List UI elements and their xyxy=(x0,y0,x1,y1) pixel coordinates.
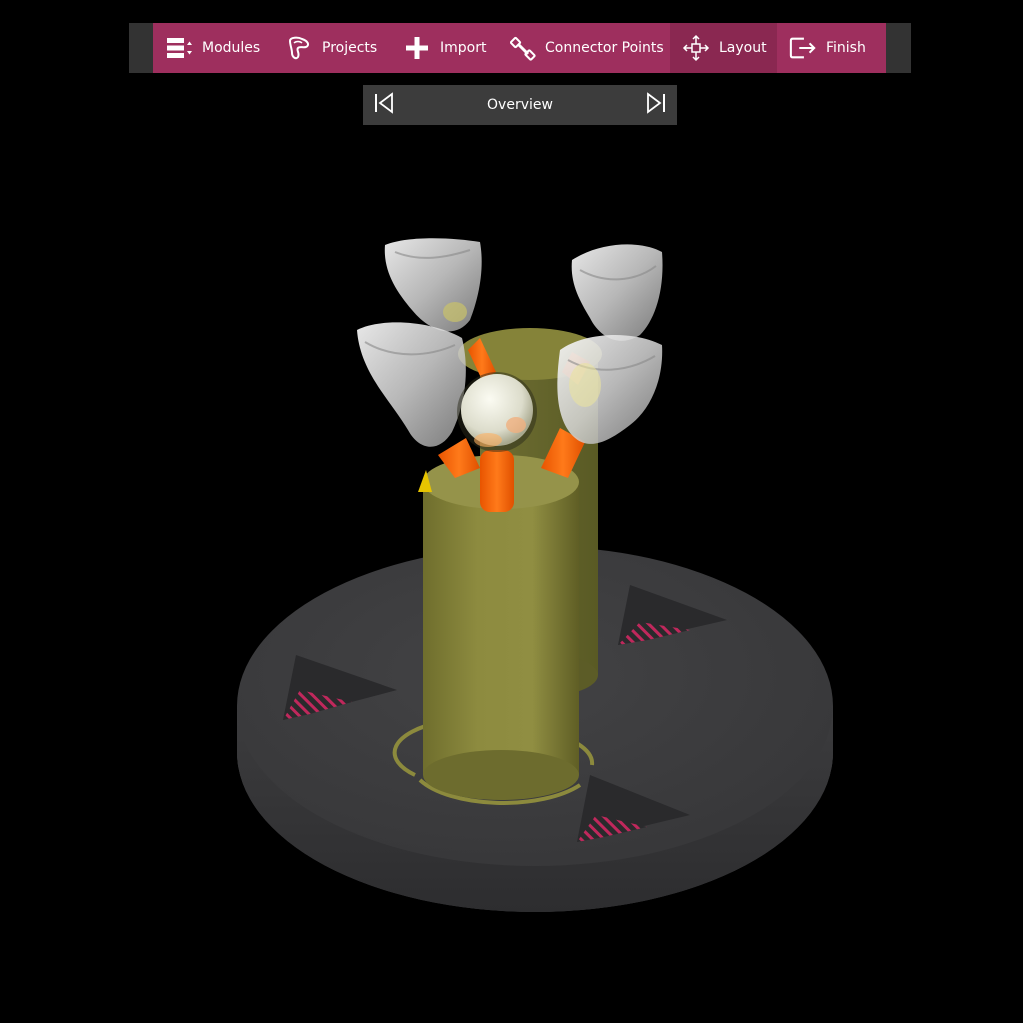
layout-label: Layout xyxy=(719,40,767,56)
previous-step-button[interactable] xyxy=(371,92,397,118)
3d-scene[interactable] xyxy=(0,0,1023,1023)
projects-label: Projects xyxy=(322,40,378,56)
plus-icon xyxy=(403,34,431,62)
projects-icon xyxy=(285,34,313,62)
tooth-crown-top-right[interactable] xyxy=(571,244,663,341)
connector-points-icon xyxy=(510,34,536,62)
connector-ball[interactable] xyxy=(457,372,537,452)
skip-previous-icon xyxy=(373,92,395,118)
move-arrows-icon xyxy=(682,34,710,62)
exit-icon xyxy=(789,34,817,62)
modules-button[interactable]: Modules xyxy=(153,23,273,73)
step-navigation: Overview xyxy=(363,85,677,125)
next-step-button[interactable] xyxy=(643,92,669,118)
projects-button[interactable]: Projects xyxy=(273,23,391,73)
tooth-crown-mid-right[interactable] xyxy=(557,334,663,444)
connector-points-button[interactable]: Connector Points xyxy=(498,23,670,73)
3d-viewport[interactable]: Modules Projects Import Connector Points… xyxy=(0,0,1023,1023)
modules-label: Modules xyxy=(202,40,261,56)
step-title: Overview xyxy=(487,97,553,113)
finish-label: Finish xyxy=(826,40,866,56)
modules-icon xyxy=(165,34,193,62)
import-button[interactable]: Import xyxy=(391,23,498,73)
connector-points-label: Connector Points xyxy=(545,40,664,56)
import-label: Import xyxy=(440,40,487,56)
finish-button[interactable]: Finish xyxy=(777,23,886,73)
tooth-crown-mid-left[interactable] xyxy=(357,322,466,447)
tooth-crown-top-left[interactable] xyxy=(384,238,482,332)
layout-button[interactable]: Layout xyxy=(670,23,777,73)
main-toolbar: Modules Projects Import Connector Points… xyxy=(153,23,886,73)
skip-next-icon xyxy=(645,92,667,118)
